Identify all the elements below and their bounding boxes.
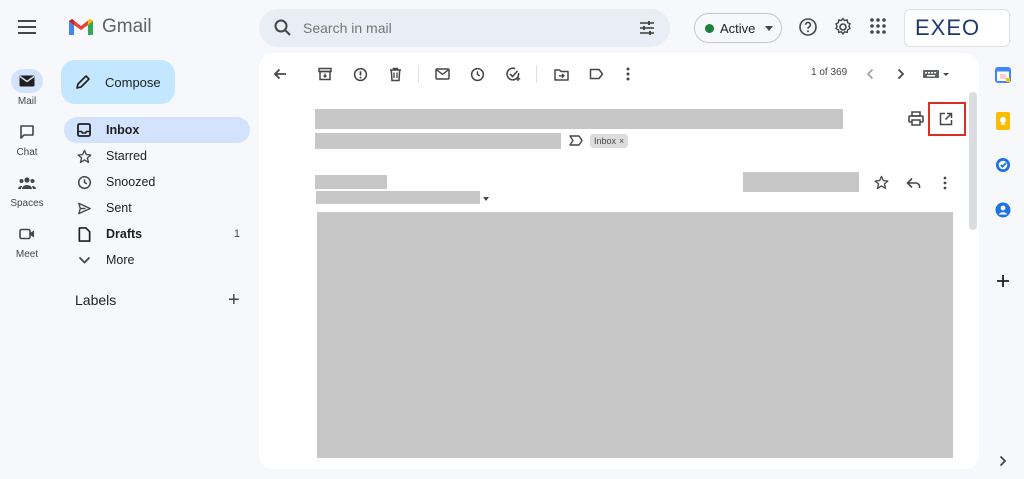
report-spam-icon[interactable]: [351, 65, 369, 83]
search-input[interactable]: [303, 9, 623, 47]
nav-label: Starred: [106, 149, 147, 163]
details-dropdown-icon[interactable]: [483, 197, 489, 201]
newer-chevron-left-icon[interactable]: [861, 65, 879, 83]
older-chevron-right-icon[interactable]: [892, 65, 910, 83]
tasks-icon[interactable]: [992, 154, 1014, 176]
toolbar-divider: [418, 65, 419, 83]
redacted-subject: [315, 109, 843, 129]
gmail-logo[interactable]: Gmail: [68, 16, 152, 38]
nav-label: Drafts: [106, 227, 143, 241]
status-dot: [705, 23, 714, 33]
scrollbar-thumb[interactable]: [969, 92, 977, 230]
rail-item-spaces[interactable]: Spaces: [0, 171, 54, 209]
nav-label: More: [106, 253, 135, 267]
status-dropdown[interactable]: Active: [694, 13, 782, 43]
nav-item-drafts[interactable]: Drafts 1: [64, 221, 250, 247]
more-options-icon[interactable]: [943, 176, 947, 190]
nav-label: Sent: [106, 201, 132, 215]
snooze-clock-icon[interactable]: [468, 65, 486, 83]
toolbar-divider: [536, 65, 537, 83]
clock-icon: [76, 174, 92, 190]
rail-label: Mail: [17, 96, 37, 107]
spaces-icon: [11, 171, 43, 195]
nav-label: Inbox: [106, 123, 140, 137]
meet-icon: [11, 222, 43, 246]
star-icon: [76, 148, 92, 164]
compose-label: Compose: [105, 74, 161, 90]
important-marker-icon[interactable]: [569, 135, 583, 146]
back-arrow-icon[interactable]: [271, 65, 289, 83]
redacted-subtitle: [315, 133, 561, 149]
rail-label: Spaces: [10, 198, 44, 209]
redacted-message-body: [317, 212, 953, 458]
delete-trash-icon[interactable]: [386, 65, 404, 83]
highlight-frame: [928, 102, 966, 136]
status-label: Active: [720, 20, 756, 36]
nav-item-more[interactable]: More: [64, 247, 250, 273]
add-addon-plus-icon[interactable]: [992, 270, 1014, 292]
keep-notes-icon[interactable]: [992, 110, 1014, 132]
label-chip-text: Inbox: [594, 136, 617, 146]
mark-unread-icon[interactable]: [433, 65, 451, 83]
show-side-panel-chevron-icon[interactable]: [992, 450, 1014, 472]
nav-item-inbox[interactable]: Inbox: [64, 117, 250, 143]
print-icon[interactable]: [908, 111, 924, 126]
search-icon[interactable]: [273, 18, 293, 38]
contacts-icon[interactable]: [992, 199, 1014, 221]
message-view: 1 of 369 Inbox ×: [259, 53, 979, 469]
mail-icon: [11, 69, 43, 93]
rail-label: Meet: [15, 249, 39, 260]
rail-item-chat[interactable]: Chat: [0, 120, 54, 158]
nav-item-snoozed[interactable]: Snoozed: [64, 169, 250, 195]
archive-icon[interactable]: [316, 65, 334, 83]
reply-arrow-icon[interactable]: [906, 177, 921, 189]
nav-label: Snoozed: [106, 175, 156, 189]
folder-nav: Inbox Starred Snoozed Sent Drafts 1 More: [64, 117, 250, 273]
brand-logo-text: EXEO: [915, 15, 981, 40]
search-bar: [259, 9, 670, 47]
more-vertical-icon[interactable]: [619, 65, 637, 83]
inbox-icon: [76, 122, 92, 138]
inbox-label-chip: Inbox ×: [590, 134, 629, 148]
nav-item-starred[interactable]: Starred: [64, 143, 250, 169]
compose-button[interactable]: Compose: [61, 60, 175, 104]
pagination-count: 1 of 369: [811, 67, 848, 78]
pencil-icon: [75, 74, 91, 90]
remove-label-button[interactable]: ×: [619, 136, 624, 146]
nav-item-sent[interactable]: Sent: [64, 195, 250, 221]
chat-icon: [11, 120, 43, 144]
add-to-tasks-icon[interactable]: [504, 65, 522, 83]
account-brand-button[interactable]: EXEO: [904, 9, 1010, 47]
redacted-date: [743, 172, 859, 192]
drafts-count: 1: [233, 228, 240, 240]
rail-label: Chat: [16, 147, 38, 158]
input-tools-keyboard-icon[interactable]: [921, 65, 951, 83]
draft-icon: [76, 226, 92, 242]
redacted-recipient: [316, 191, 480, 204]
caret-down-icon: [765, 25, 774, 31]
labels-heading: Labels: [75, 292, 117, 308]
help-icon[interactable]: [798, 17, 820, 39]
apps-grid-icon[interactable]: [869, 17, 891, 39]
main-menu-button[interactable]: [18, 20, 36, 34]
chevron-down-icon: [76, 252, 92, 268]
search-options-icon[interactable]: [638, 19, 656, 37]
label-tag-icon[interactable]: [587, 65, 605, 83]
rail-item-meet[interactable]: Meet: [0, 222, 54, 260]
rail-item-mail[interactable]: Mail: [0, 69, 54, 107]
settings-gear-icon[interactable]: [833, 17, 855, 39]
gmail-m-icon: [69, 19, 93, 35]
send-icon: [76, 200, 92, 216]
app-name: Gmail: [102, 16, 152, 37]
calendar-icon[interactable]: [992, 64, 1014, 86]
star-icon[interactable]: [874, 175, 889, 190]
move-to-folder-icon[interactable]: [552, 65, 570, 83]
redacted-sender-name: [315, 175, 387, 189]
add-label-button[interactable]: +: [228, 290, 240, 310]
